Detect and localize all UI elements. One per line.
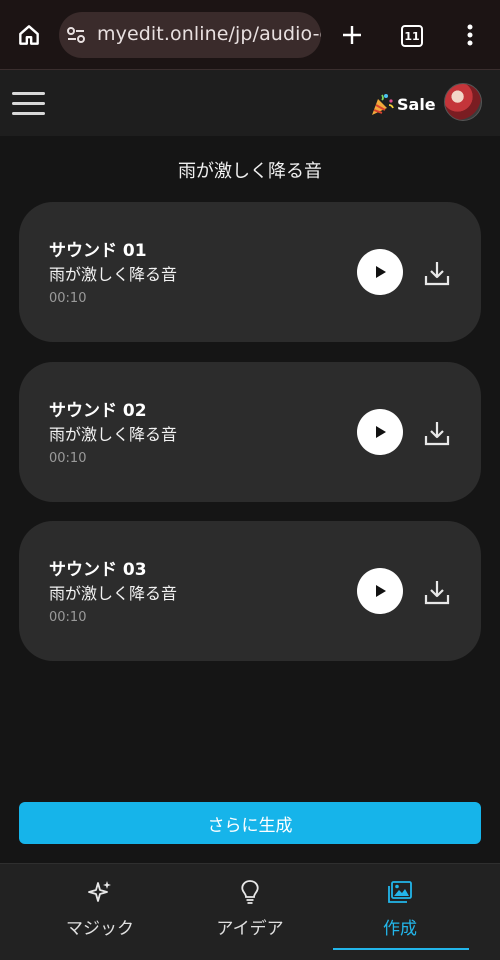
sound-description: 雨が激しく降る音 — [49, 584, 178, 603]
image-gallery-icon — [388, 881, 412, 903]
nav-label: 作成 — [383, 919, 417, 939]
nav-item-create[interactable]: 作成 — [317, 864, 483, 960]
sound-card: サウンド 02 雨が激しく降る音 00:10 — [19, 362, 481, 502]
sound-title: サウンド 02 — [49, 401, 147, 421]
download-icon[interactable] — [423, 259, 451, 287]
play-icon — [376, 266, 386, 278]
url-text: myedit.online/jp/audio-ed — [97, 23, 321, 45]
app-header: Sale — [0, 70, 500, 136]
play-button[interactable] — [357, 409, 403, 455]
nav-item-magic[interactable]: マジック — [17, 864, 183, 960]
sound-title: サウンド 03 — [49, 560, 147, 580]
sound-duration: 00:10 — [49, 451, 87, 466]
sound-duration: 00:10 — [49, 610, 87, 625]
play-button[interactable] — [357, 568, 403, 614]
download-icon[interactable] — [423, 419, 451, 447]
sound-description: 雨が激しく降る音 — [49, 425, 178, 444]
sound-card: サウンド 01 雨が激しく降る音 00:10 — [19, 202, 481, 342]
download-icon[interactable] — [423, 578, 451, 606]
sound-duration: 00:10 — [49, 291, 87, 306]
active-tab-indicator — [333, 948, 469, 950]
nav-label: マジック — [66, 919, 134, 939]
sound-card: サウンド 03 雨が激しく降る音 00:10 — [19, 521, 481, 661]
browser-toolbar: myedit.online/jp/audio-ed 11 — [0, 0, 500, 70]
bottom-nav: マジック アイデア 作成 — [0, 863, 500, 960]
site-settings-icon[interactable] — [65, 24, 87, 46]
lightbulb-icon — [241, 880, 259, 904]
page-title: 雨が激しく降る音 — [178, 161, 322, 182]
nav-item-ideas[interactable]: アイデア — [167, 864, 333, 960]
party-popper-icon — [372, 94, 394, 115]
play-icon — [376, 426, 386, 438]
more-vert-icon[interactable] — [459, 20, 481, 50]
new-tab-plus-icon[interactable] — [336, 18, 368, 52]
nav-label: アイデア — [216, 919, 284, 939]
address-bar[interactable]: myedit.online/jp/audio-ed — [59, 12, 321, 58]
avatar[interactable] — [444, 83, 482, 121]
sale-label: Sale — [397, 94, 436, 114]
home-icon[interactable] — [12, 18, 46, 52]
hamburger-menu-icon[interactable] — [12, 92, 46, 116]
play-button[interactable] — [357, 249, 403, 295]
sparkles-icon — [88, 881, 111, 902]
generate-more-button[interactable]: さらに生成 — [19, 802, 481, 844]
sound-title: サウンド 01 — [49, 241, 147, 261]
play-icon — [376, 585, 386, 597]
tab-switcher-button[interactable]: 11 — [401, 25, 423, 47]
sale-button[interactable]: Sale — [369, 90, 436, 118]
sound-description: 雨が激しく降る音 — [49, 265, 178, 284]
